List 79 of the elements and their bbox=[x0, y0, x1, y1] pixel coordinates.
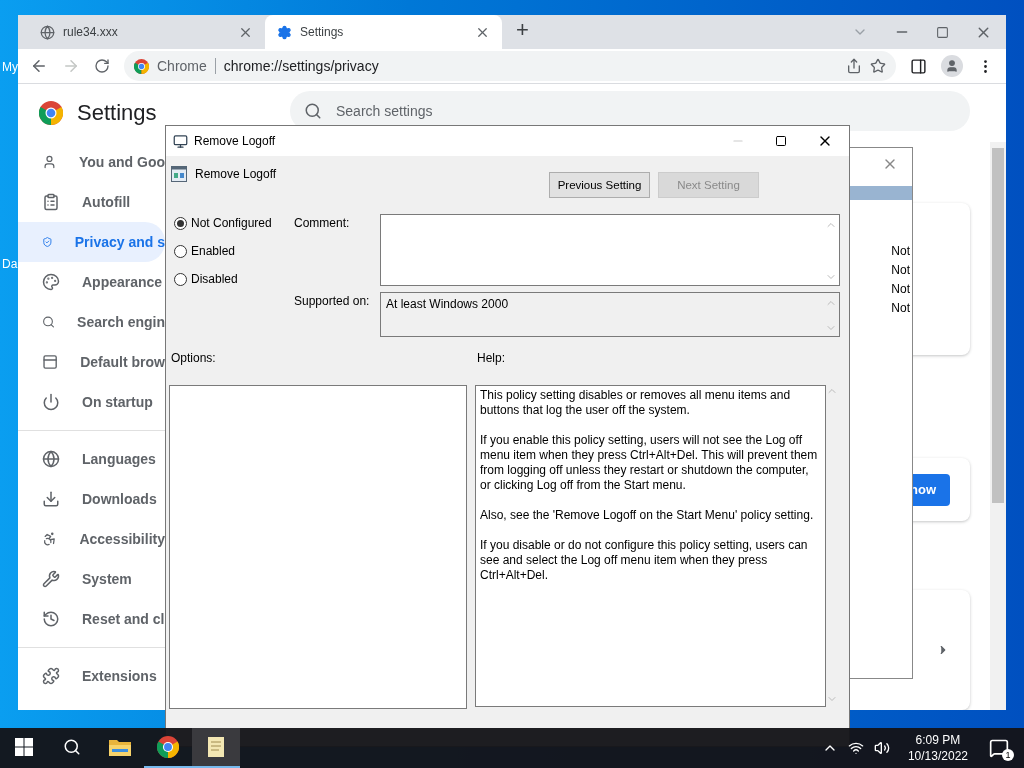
options-label: Options: bbox=[170, 351, 217, 367]
browser-tab[interactable]: Settings bbox=[265, 15, 502, 49]
wrench-icon bbox=[42, 570, 60, 588]
reload-icon[interactable] bbox=[94, 58, 110, 74]
nav-setting-button[interactable]: Previous Setting bbox=[549, 172, 650, 198]
reset-icon bbox=[42, 610, 60, 628]
page-title: Settings bbox=[77, 100, 157, 126]
folder-icon bbox=[109, 738, 131, 756]
maximize-icon[interactable] bbox=[775, 135, 787, 147]
settings-icon bbox=[277, 24, 292, 40]
nav-item[interactable]: Appearance bbox=[18, 262, 165, 302]
supported-on-field: At least Windows 2000 bbox=[380, 292, 840, 337]
radio-icon[interactable] bbox=[174, 272, 187, 286]
computer-icon bbox=[173, 133, 188, 149]
nav-item[interactable]: Autofill bbox=[18, 182, 165, 222]
list-row-text: Not bbox=[890, 301, 911, 317]
windows-start-icon[interactable] bbox=[15, 738, 33, 756]
help-paragraph: Also, see the 'Remove Logoff on the Start Menu' policy setting. bbox=[480, 508, 815, 523]
tab-title: Settings bbox=[300, 25, 345, 39]
browser-icon bbox=[42, 353, 59, 371]
person-icon bbox=[42, 153, 57, 171]
puzzle-icon bbox=[42, 667, 60, 685]
new-tab-button[interactable]: + bbox=[516, 17, 529, 43]
clipboard-icon bbox=[42, 193, 60, 211]
nav-item[interactable]: Search engin bbox=[18, 302, 165, 342]
nav-item[interactable]: Accessibility bbox=[18, 519, 165, 559]
share-icon[interactable] bbox=[846, 58, 862, 74]
clock[interactable]: 6:09 PM 10/13/2022 bbox=[899, 732, 976, 764]
palette-icon bbox=[42, 273, 60, 291]
side-panel-icon[interactable] bbox=[910, 57, 927, 75]
search-icon[interactable] bbox=[63, 738, 81, 756]
back-icon[interactable] bbox=[30, 57, 48, 75]
nav-item[interactable]: Privacy and s bbox=[18, 222, 165, 262]
network-icon[interactable] bbox=[847, 740, 864, 756]
list-row-text: Not bbox=[890, 282, 911, 298]
nav-item[interactable]: Languages bbox=[18, 439, 165, 479]
globe-icon bbox=[42, 450, 60, 468]
taskbar-app[interactable] bbox=[192, 728, 240, 768]
dialog-title: Remove Logoff bbox=[194, 134, 276, 148]
bookmark-star-icon[interactable] bbox=[870, 58, 886, 74]
tab-title: rule34.xxx bbox=[63, 25, 119, 39]
radio-icon[interactable] bbox=[174, 244, 187, 258]
accessibility-icon bbox=[42, 530, 58, 548]
radio-icon[interactable] bbox=[174, 216, 187, 230]
profile-avatar[interactable] bbox=[941, 55, 963, 77]
radio-option[interactable]: Enabled bbox=[174, 242, 294, 260]
list-row-text: Not bbox=[890, 244, 911, 260]
help-label: Help: bbox=[476, 351, 506, 367]
chrome-logo-icon bbox=[134, 58, 149, 74]
search-icon bbox=[304, 102, 322, 120]
setting-name: Remove Logoff bbox=[195, 167, 277, 181]
power-icon bbox=[42, 393, 60, 411]
address-bar[interactable]: Chrome chrome://settings/privacy bbox=[124, 51, 896, 81]
radio-option[interactable]: Not Configured bbox=[174, 214, 294, 232]
url-text: chrome://settings/privacy bbox=[223, 58, 380, 74]
list-row-text: Not bbox=[890, 263, 911, 279]
help-paragraph: If you disable or do not configure this policy setting, users can see and select the Log off menu item when they press Ctrl+Alt+Del. bbox=[480, 538, 809, 583]
notepad-icon bbox=[206, 736, 226, 758]
nav-item[interactable]: System bbox=[18, 559, 165, 599]
globe-icon bbox=[40, 24, 55, 40]
help-paragraph: This policy setting disables or removes all menu items and buttons that log the user off the system. bbox=[480, 388, 792, 418]
nav-item[interactable]: Extensions bbox=[18, 656, 165, 696]
nav-item[interactable]: Downloads bbox=[18, 479, 165, 519]
browser-tab[interactable]: rule34.xxx bbox=[28, 15, 265, 49]
field-label: Comment: bbox=[294, 215, 351, 232]
radio-option[interactable]: Disabled bbox=[174, 270, 294, 288]
help-paragraph: If you enable this policy setting, users will not see the Log off menu item when they press Ctrl+Alt+Del. This will prevent them from logging off unless they restart or shutdown the computer, or clicking Log off from the Start menu. bbox=[480, 433, 819, 493]
nav-item[interactable]: Default brow bbox=[18, 342, 165, 382]
nav-item[interactable]: On startup bbox=[18, 382, 165, 422]
download-icon bbox=[42, 490, 60, 508]
scrollbar[interactable] bbox=[990, 142, 1006, 710]
site-chip: Chrome bbox=[157, 58, 216, 74]
chrome-logo-icon bbox=[39, 101, 63, 125]
volume-icon[interactable] bbox=[873, 740, 890, 756]
policy-icon bbox=[171, 166, 187, 182]
nav-item[interactable]: Reset and cl bbox=[18, 599, 165, 639]
field-label: Supported on: bbox=[294, 293, 371, 310]
chrome-logo-icon bbox=[157, 736, 179, 758]
nav-item[interactable]: You and Goo bbox=[18, 142, 165, 182]
